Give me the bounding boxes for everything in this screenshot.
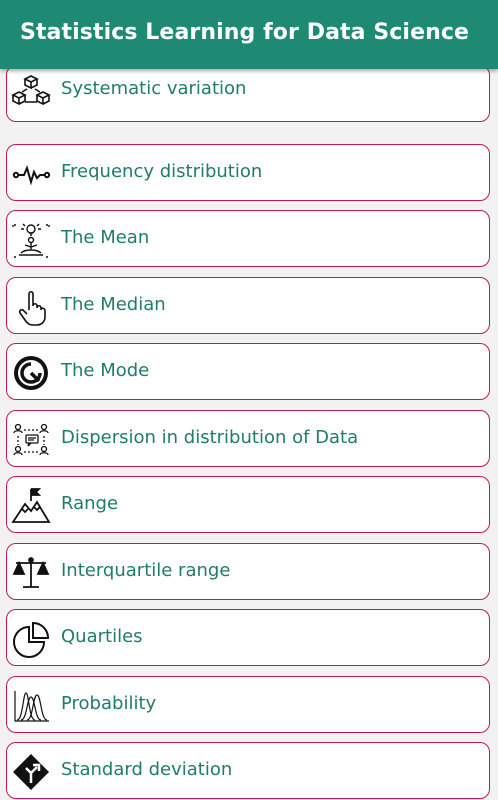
list-item-the-mean[interactable]: The Mean <box>6 210 490 267</box>
list-item-quartiles[interactable]: Quartiles <box>6 609 490 666</box>
list-item-interquartile-range[interactable]: Interquartile range <box>6 543 490 600</box>
distribution-curves-icon <box>11 687 51 725</box>
list-item-frequency-distribution[interactable]: Frequency distribution <box>6 144 490 201</box>
people-network-chat-icon <box>11 421 51 459</box>
list-item-standard-deviation[interactable]: Standard deviation <box>6 742 490 799</box>
list-item-label: Probability <box>61 693 157 714</box>
list-item-systematic-variation[interactable]: Systematic variation <box>6 69 490 122</box>
list-item-label: Dispersion in distribution of Data <box>61 427 359 448</box>
list-item-label: The Median <box>61 294 166 315</box>
pie-chart-icon <box>11 620 51 658</box>
list-item-the-mode[interactable]: The Mode <box>6 343 490 400</box>
list-item-label: The Mean <box>61 227 150 248</box>
list-item-label: Quartiles <box>61 626 143 647</box>
app-title: Statistics Learning for Data Science <box>20 20 470 45</box>
cubes-network-icon <box>11 72 51 110</box>
meditation-idea-icon <box>11 221 51 259</box>
list-item-probability[interactable]: Probability <box>6 676 490 733</box>
hand-pointer-icon <box>11 288 51 326</box>
list-item-the-median[interactable]: The Median <box>6 277 490 334</box>
list-item-label: Frequency distribution <box>61 161 263 182</box>
list-item-label: Range <box>61 493 119 514</box>
heartbeat-pulse-icon <box>11 155 51 193</box>
road-sign-icon <box>11 753 51 791</box>
list-item-dispersion[interactable]: Dispersion in distribution of Data <box>6 410 490 467</box>
list-item-label: Interquartile range <box>61 560 231 581</box>
list-item-label: Standard deviation <box>61 759 233 780</box>
mode-circle-icon <box>11 354 51 392</box>
list-item-label: The Mode <box>61 360 150 381</box>
balance-scale-icon <box>11 554 51 592</box>
mountain-flag-icon <box>11 487 51 525</box>
list-item-label: Systematic variation <box>61 78 247 99</box>
list-item-range[interactable]: Range <box>6 476 490 533</box>
app-bar: Statistics Learning for Data Science <box>0 0 498 69</box>
topic-list[interactable]: Systematic variation Frequency distribut… <box>0 69 498 800</box>
